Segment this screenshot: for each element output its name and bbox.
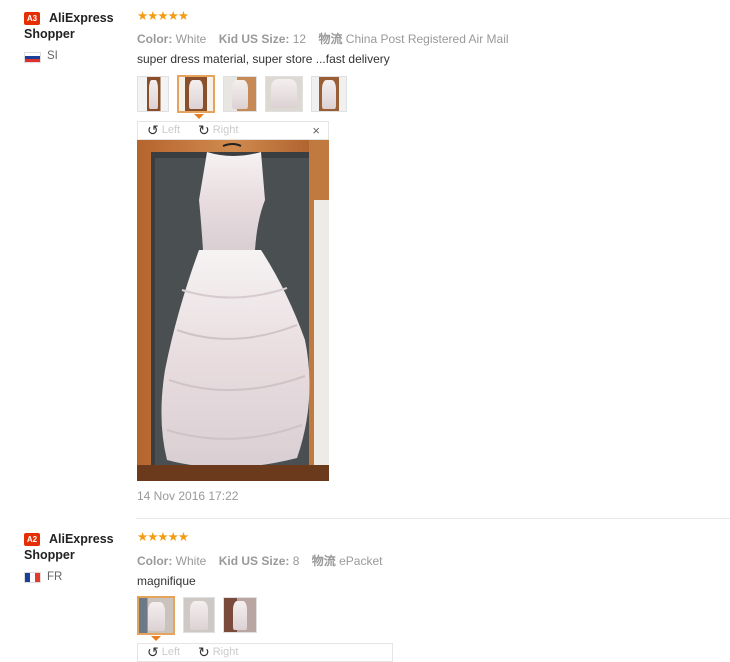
review-photo-thumb[interactable] [223, 76, 257, 112]
order-info: Color: White Kid US Size: 8 物流 ePacket [137, 552, 382, 569]
color-label: Color: [137, 32, 173, 46]
review-photo-thumb[interactable] [311, 76, 347, 112]
size-label: Kid US Size: [218, 554, 290, 568]
review-comment: magnifique [137, 574, 196, 588]
review-photo-thumb[interactable] [223, 597, 257, 633]
rotate-right-label: Right [212, 646, 239, 658]
shipping-value: ePacket [339, 554, 383, 568]
review-photo-list [137, 596, 265, 635]
rotate-left-button[interactable]: ↺ Left [147, 123, 180, 137]
rotate-right-icon: ↻ [198, 122, 210, 138]
review-divider [136, 518, 730, 519]
review-photo-thumb-selected[interactable] [137, 596, 175, 635]
shipping-label: 物流 [318, 32, 343, 46]
star-rating: ★★★★★ [137, 9, 189, 23]
selected-thumb-arrow [194, 114, 204, 119]
photo-viewer-toolbar: ↺ Left ↻ Right × [137, 121, 329, 140]
rotate-right-icon: ↻ [198, 644, 210, 660]
rotate-right-label: Right [212, 124, 239, 136]
flag-icon [24, 52, 41, 63]
review-date: 14 Nov 2016 17:22 [137, 489, 239, 503]
close-icon[interactable]: × [312, 123, 320, 138]
review-photo-thumb[interactable] [137, 76, 169, 112]
shipping-value: China Post Registered Air Mail [345, 32, 509, 46]
order-info: Color: White Kid US Size: 12 物流 China Po… [137, 30, 509, 47]
size-value: 12 [292, 32, 307, 46]
color-label: Color: [137, 554, 173, 568]
reviewer-name: AliExpress Shopper [24, 532, 114, 562]
review-item: A3 AliExpress Shopper SI ★★★★★ Color: Wh… [0, 0, 730, 520]
review-photo-thumb[interactable] [183, 597, 215, 633]
review-photo-thumb[interactable] [265, 76, 303, 112]
review-photo-thumb-selected[interactable] [177, 75, 215, 113]
review-item: A2 AliExpress Shopper FR ★★★★★ Color: Wh… [0, 522, 730, 662]
photo-viewer-toolbar: ↺ Left ↻ Right [137, 643, 393, 662]
review-photo-large [137, 140, 329, 481]
shipping-label: 物流 [311, 554, 336, 568]
rotate-left-label: Left [161, 124, 181, 136]
review-comment: super dress material, super store ...fas… [137, 52, 390, 66]
reviewer-country: FR [47, 571, 63, 583]
rotate-left-button[interactable]: ↺ Left [147, 645, 180, 659]
selected-thumb-arrow [151, 636, 161, 641]
size-value: 8 [292, 554, 300, 568]
rotate-left-label: Left [161, 646, 181, 658]
rotate-left-icon: ↺ [147, 122, 159, 138]
flag-icon [24, 572, 41, 583]
size-label: Kid US Size: [218, 32, 290, 46]
reviewer-name: AliExpress Shopper [24, 11, 114, 41]
color-value: White [175, 554, 207, 568]
rotate-right-button[interactable]: ↻ Right [198, 645, 238, 659]
star-rating: ★★★★★ [137, 530, 189, 544]
review-photo-list [137, 75, 355, 113]
rotate-right-button[interactable]: ↻ Right [198, 123, 238, 137]
color-value: White [175, 32, 207, 46]
reviewer-country: SI [47, 50, 58, 62]
dress-photo [137, 140, 329, 481]
rotate-left-icon: ↺ [147, 644, 159, 660]
